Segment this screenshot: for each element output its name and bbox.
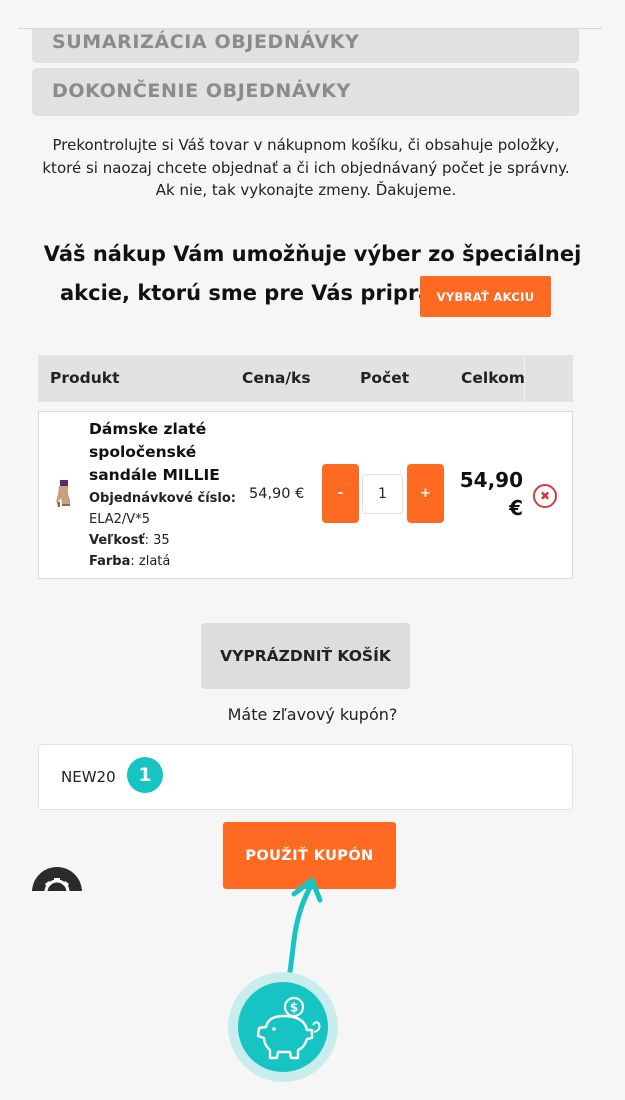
step-marker-badge: 1 (127, 757, 163, 793)
order-number-label: Objednávkové číslo: (89, 491, 236, 506)
unit-price: 54,90 € (249, 486, 305, 502)
product-details: Objednávkové číslo: ELA2/V*5 Veľkosť: 35… (89, 488, 249, 572)
color-label: Farba (89, 554, 131, 569)
coupon-input-value[interactable]: NEW20 (61, 768, 116, 786)
instructions-line-1: Prekontrolujte si Váš tovar v nákupnom k… (52, 136, 560, 154)
promo-heading-line-1: Váš nákup Vám umožňuje výber zo špeciáln… (43, 242, 582, 266)
product-name-line-2: spoločenské (89, 443, 197, 461)
empty-cart-button[interactable]: VYPRÁZDNIŤ KOŠÍK (201, 623, 410, 689)
size-label: Veľkosť (89, 533, 145, 548)
coupon-question: Máte zľavový kupón? (227, 705, 398, 724)
cart-item-row: Dámske zlaté spoločenské sandále MILLIE … (38, 411, 573, 579)
gear-icon[interactable] (32, 867, 82, 891)
product-name-line-1: Dámske zlaté (89, 420, 207, 438)
cart-table-header: Produkt Cena/ks Počet Celkom (38, 355, 573, 402)
quantity-input[interactable] (362, 474, 403, 514)
instructions-line-3: Ak nie, tak vykonajte zmeny. Ďakujeme. (155, 181, 457, 199)
line-total: 54,90 € (457, 466, 523, 522)
order-number-value: ELA2/V*5 (89, 512, 150, 527)
instructions-line-2: ktoré si naozaj chcete objednať a či ich… (42, 158, 570, 177)
header-quantity: Počet (360, 369, 410, 387)
step-summary-tab[interactable]: SUMARIZÁCIA OBJEDNÁVKY (32, 29, 579, 63)
product-thumbnail[interactable] (52, 480, 74, 508)
product-name[interactable]: Dámske zlaté spoločenské sandále MILLIE (89, 418, 239, 487)
piggy-bank-icon[interactable]: $ (228, 972, 338, 1082)
svg-text:$: $ (290, 1001, 298, 1015)
promo-heading-line-2: akcie, ktorú sme pre Vás pripravili. (60, 281, 476, 305)
quantity-decrease-button[interactable]: - (322, 464, 359, 523)
cart-instructions: Prekontrolujte si Váš tovar v nákupnom k… (36, 134, 576, 202)
line-total-currency: € (509, 496, 523, 520)
choose-promo-button[interactable]: VYBRAŤ AKCIU (420, 276, 551, 317)
product-name-line-3: sandále MILLIE (89, 466, 220, 484)
coupon-input-field[interactable]: NEW20 (38, 744, 573, 810)
header-unit-price: Cena/ks (242, 369, 311, 387)
step-finish-tab[interactable]: DOKONČENIE OBJEDNÁVKY (32, 68, 579, 116)
header-total: Celkom (461, 369, 525, 387)
color-value: : zlatá (130, 554, 171, 569)
quantity-increase-button[interactable]: + (407, 464, 444, 523)
header-product: Produkt (50, 369, 120, 387)
remove-icon[interactable]: ✖ (533, 484, 557, 508)
header-separator (524, 355, 525, 402)
line-total-amount: 54,90 (459, 468, 523, 492)
size-value: : 35 (144, 533, 170, 548)
